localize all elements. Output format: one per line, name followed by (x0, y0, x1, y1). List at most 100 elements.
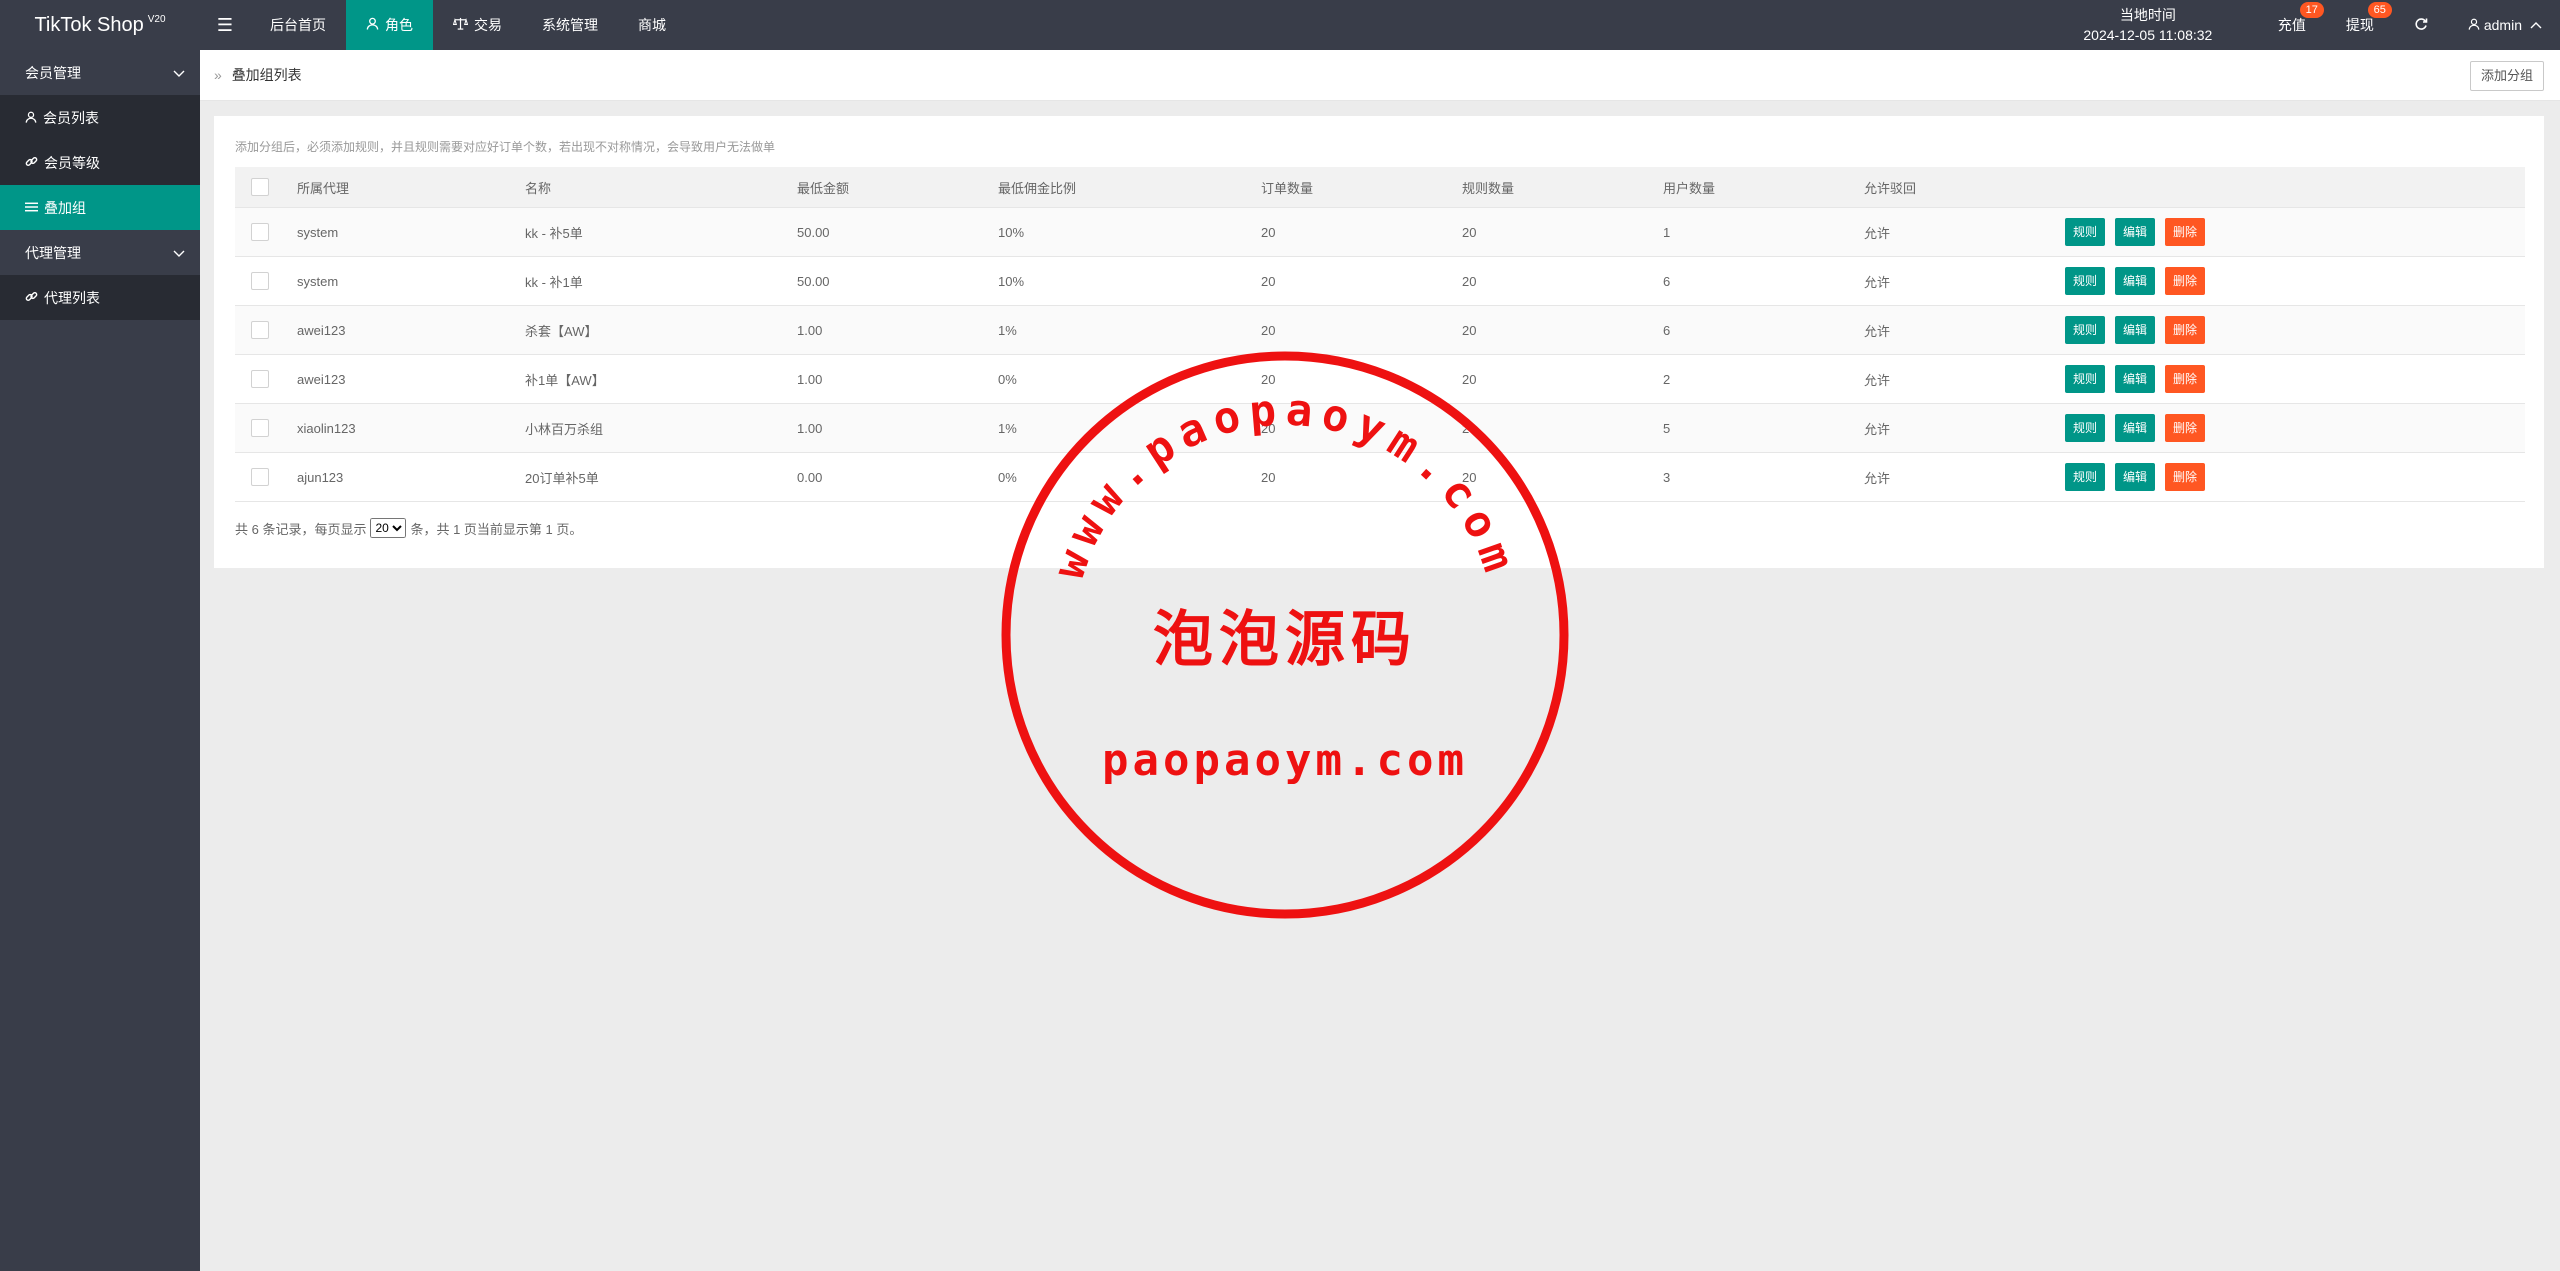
rules-button[interactable]: 规则 (2065, 365, 2106, 393)
row-checkbox[interactable] (251, 321, 269, 339)
withdraw-badge: 65 (2367, 2, 2392, 18)
cell-user-count: 1 (1663, 207, 1864, 257)
cell-user-count: 6 (1663, 256, 1864, 306)
row-checkbox-cell (235, 354, 297, 404)
cell-min-amount: 1.00 (797, 354, 998, 404)
delete-button[interactable]: 删除 (2165, 463, 2206, 491)
row-ops: 规则 编辑 删除 (2065, 218, 2525, 246)
row-checkbox-cell (235, 207, 297, 257)
cell-min-commission: 0% (998, 452, 1261, 502)
row-ops-cell: 规则 编辑 删除 (2065, 207, 2525, 257)
cell-min-amount: 50.00 (797, 256, 998, 306)
select-all-checkbox[interactable] (251, 178, 269, 196)
rules-button[interactable]: 规则 (2065, 414, 2106, 442)
delete-button[interactable]: 删除 (2165, 365, 2206, 393)
nav-item-label: 商城 (638, 17, 666, 33)
cell-user-count: 2 (1663, 354, 1864, 404)
row-checkbox[interactable] (251, 223, 269, 241)
row-ops-cell: 规则 编辑 删除 (2065, 256, 2525, 306)
delete-button[interactable]: 删除 (2165, 316, 2206, 344)
edit-button[interactable]: 编辑 (2115, 414, 2156, 442)
cell-order-count: 20 (1261, 354, 1462, 404)
sidebar-item-stack-group[interactable]: 叠加组 (0, 185, 200, 230)
local-time: 当地时间 2024-12-05 11:08:32 (2038, 5, 2258, 45)
table-row: system kk - 补5单 50.00 10% 20 20 1 允许 规则 编辑 删除 (235, 207, 2525, 257)
row-ops-cell: 规则 编辑 删除 (2065, 403, 2525, 453)
sidebar-item-member-level[interactable]: 会员等级 (0, 140, 200, 185)
cell-agent: xiaolin123 (297, 403, 525, 453)
sidebar: 会员管理 会员列表 会员等级 叠加组 代理管理 代理列表 (0, 50, 200, 1271)
row-checkbox[interactable] (251, 370, 269, 388)
cell-rule-count: 20 (1462, 305, 1663, 355)
withdraw-button[interactable]: 提现 65 (2326, 0, 2394, 50)
nav-item-home[interactable]: 后台首页 (250, 0, 346, 50)
cell-min-amount: 50.00 (797, 207, 998, 257)
cell-agent: awei123 (297, 305, 525, 355)
sidebar-item-label: 会员列表 (43, 109, 99, 126)
cell-allow-reject: 允许 (1864, 354, 2065, 404)
cell-agent: system (297, 256, 525, 306)
nav-item-role[interactable]: 角色 (346, 0, 433, 50)
cell-min-commission: 10% (998, 207, 1261, 257)
rules-button[interactable]: 规则 (2065, 463, 2106, 491)
cell-min-commission: 10% (998, 256, 1261, 306)
cell-min-amount: 1.00 (797, 305, 998, 355)
edit-button[interactable]: 编辑 (2115, 218, 2156, 246)
row-checkbox[interactable] (251, 272, 269, 290)
cell-allow-reject: 允许 (1864, 452, 2065, 502)
sidebar-item-label: 代理列表 (44, 289, 100, 306)
row-checkbox[interactable] (251, 419, 269, 437)
delete-button[interactable]: 删除 (2165, 267, 2206, 295)
sidebar-group-members[interactable]: 会员管理 (0, 50, 200, 95)
refresh-button[interactable] (2394, 0, 2448, 50)
cell-order-count: 20 (1261, 207, 1462, 257)
cell-order-count: 20 (1261, 256, 1462, 306)
header-right: 当地时间 2024-12-05 11:08:32 充值 17 提现 65 adm… (2038, 0, 2560, 50)
app-logo[interactable]: TikTok Shop V20 (0, 0, 200, 50)
delete-button[interactable]: 删除 (2165, 218, 2206, 246)
nav-item-mall[interactable]: 商城 (618, 0, 686, 50)
edit-button[interactable]: 编辑 (2115, 316, 2156, 344)
edit-button[interactable]: 编辑 (2115, 365, 2156, 393)
scale-icon (452, 17, 469, 33)
sidebar-item-member-list[interactable]: 会员列表 (0, 95, 200, 140)
pagination: 共 6 条记录，每页显示 20 条，共 1 页当前显示第 1 页。 (235, 518, 582, 538)
row-checkbox-cell (235, 305, 297, 355)
edit-button[interactable]: 编辑 (2115, 267, 2156, 295)
rules-button[interactable]: 规则 (2065, 267, 2106, 295)
cell-min-commission: 0% (998, 354, 1261, 404)
row-ops: 规则 编辑 删除 (2065, 316, 2525, 344)
sidebar-item-agent-list[interactable]: 代理列表 (0, 275, 200, 320)
header-checkbox-cell (235, 167, 297, 208)
cell-min-amount: 0.00 (797, 452, 998, 502)
row-ops-cell: 规则 编辑 删除 (2065, 452, 2525, 502)
table-row: awei123 杀套【AW】 1.00 1% 20 20 6 允许 规则 编辑 删除 (235, 305, 2525, 355)
rules-button[interactable]: 规则 (2065, 218, 2106, 246)
tip-text: 添加分组后，必须添加规则，并且规则需要对应好订单个数，若出现不对称情况，会导致用… (235, 140, 776, 154)
cell-rule-count: 20 (1462, 207, 1663, 257)
cell-allow-reject: 允许 (1864, 403, 2065, 453)
user-menu[interactable]: admin (2448, 0, 2560, 50)
nav-item-system[interactable]: 系统管理 (522, 0, 618, 50)
cell-name: kk - 补1单 (525, 256, 797, 306)
cell-allow-reject: 允许 (1864, 305, 2065, 355)
menu-toggle-button[interactable]: ☰ (200, 0, 250, 50)
chevron-down-icon (173, 65, 185, 81)
rules-button[interactable]: 规则 (2065, 316, 2106, 344)
nav-item-label: 后台首页 (270, 17, 326, 33)
page-size-select[interactable]: 20 (370, 518, 407, 538)
row-checkbox-cell (235, 452, 297, 502)
edit-button[interactable]: 编辑 (2115, 463, 2156, 491)
sidebar-item-label: 会员等级 (44, 154, 100, 171)
recharge-button[interactable]: 充值 17 (2258, 0, 2326, 50)
row-checkbox[interactable] (251, 468, 269, 486)
nav-item-trade[interactable]: 交易 (433, 0, 522, 50)
cell-order-count: 20 (1261, 452, 1462, 502)
sidebar-group-label: 会员管理 (25, 64, 81, 81)
header-user-count: 用户数量 (1663, 167, 1864, 208)
delete-button[interactable]: 删除 (2165, 414, 2206, 442)
hamburger-icon: ☰ (216, 14, 234, 35)
sidebar-group-agents[interactable]: 代理管理 (0, 230, 200, 275)
version-label: V20 (147, 13, 166, 25)
add-group-button[interactable]: 添加分组 (2469, 61, 2544, 91)
